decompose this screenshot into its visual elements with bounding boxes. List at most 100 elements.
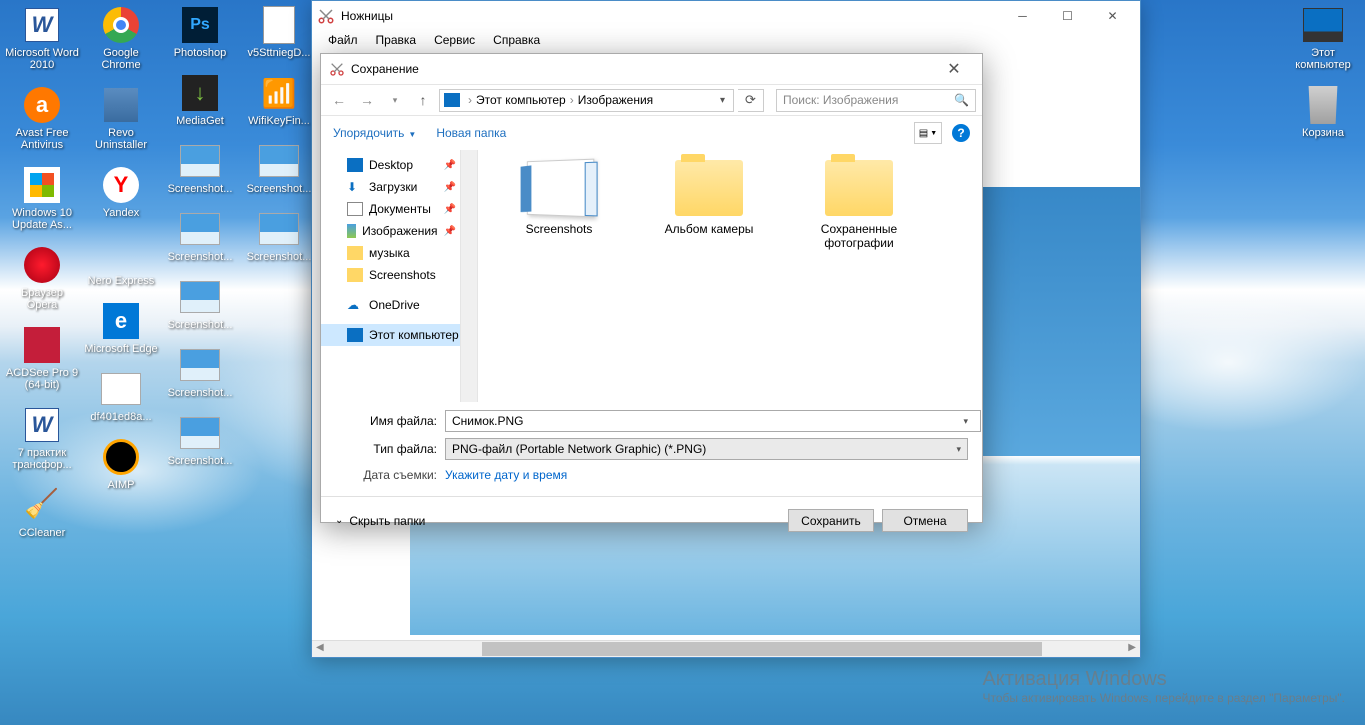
desktop-icon-yandex[interactable]: YYandex [84,165,158,219]
menu-Сервис[interactable]: Сервис [426,31,483,53]
folder-Альбом камеры[interactable]: Альбом камеры [644,160,774,236]
desktop-icon-acdsee[interactable]: ACDSee Pro 9 (64-bit) [5,325,79,391]
refresh-button[interactable]: ⟳ [738,89,764,112]
search-input[interactable]: Поиск: Изображения 🔍 [776,89,976,112]
desktop-icon-label: v5SttniegD... [248,47,311,59]
up-button[interactable]: ↑ [411,88,435,112]
search-placeholder: Поиск: Изображения [783,93,898,107]
desktop-icon-aimp[interactable]: AIMP [84,437,158,491]
menu-Справка[interactable]: Справка [485,31,548,53]
desktop-icon-7praktik[interactable]: W7 практик трансфор... [5,405,79,471]
desktop-icon-winupdate[interactable]: Windows 10 Update As... [5,165,79,231]
date-taken-link[interactable]: Укажите дату и время [445,468,567,482]
save-dialog: Сохранение ✕ ← → ▾ ↑ › Этот компьютер › … [320,53,983,523]
desktop-icon-wifikey[interactable]: 📶WifiKeyFin... [242,73,316,127]
desktop-icon-mediaget[interactable]: ↓MediaGet [163,73,237,127]
tree-item-label: Desktop [369,158,413,172]
folder-Сохраненные фотографии[interactable]: Сохраненные фотографии [794,160,924,250]
folder-icon [825,160,893,216]
desktop-icon-chrome[interactable]: Google Chrome [84,5,158,71]
close-button[interactable]: ✕ [1090,2,1135,30]
save-title-text: Сохранение [351,62,934,76]
folder-icon [527,159,594,218]
folder-icon [347,224,356,238]
desktop-icon-scr3[interactable]: Screenshot... [163,277,237,331]
save-toolbar: Упорядочить▼ Новая папка ▤▼ ? [321,116,982,150]
folder-content[interactable]: Screenshots Альбом камеры Сохраненные фото… [478,150,982,402]
back-button[interactable]: ← [327,88,351,112]
address-bar[interactable]: › Этот компьютер › Изображения ▾ [439,89,734,112]
desktop-icon-nero[interactable]: Nero Express [84,233,158,287]
folder-label: Screenshots [494,222,624,236]
desktop-icon-ps[interactable]: PsPhotoshop [163,5,237,59]
desktop-icon-v5stt[interactable]: v5SttniegD... [242,5,316,59]
filename-input[interactable] [445,410,981,432]
organize-button[interactable]: Упорядочить▼ [333,126,416,140]
desktop-icon-label: df401ed8a... [90,411,151,423]
desktop-icon-ccleaner[interactable]: CCleaner [5,485,79,539]
recent-dropdown[interactable]: ▾ [383,88,407,112]
desktop-icon-df401[interactable]: df401ed8a... [84,369,158,423]
tree-item-Документы[interactable]: Документы📌 [321,198,460,220]
desktop-icon-scr2[interactable]: Screenshot... [163,209,237,263]
filename-dropdown[interactable]: ▾ [963,416,968,427]
tree-item-OneDrive[interactable]: ☁OneDrive [321,294,460,316]
menu-Правка[interactable]: Правка [368,31,425,53]
pin-icon: 📌 [444,182,460,193]
snip-titlebar[interactable]: Ножницы ─ ☐ ✕ [312,1,1140,31]
tree-item-Изображения[interactable]: Изображения📌 [321,220,460,242]
maximize-button[interactable]: ☐ [1045,2,1090,30]
desktop-icon-label: Screenshot... [168,251,233,263]
tree-item-Загрузки[interactable]: ⬇Загрузки📌 [321,176,460,198]
tree-item-label: музыка [369,246,410,260]
desktop-icon-scr4[interactable]: Screenshot... [163,345,237,399]
tree-item-Screenshots[interactable]: Screenshots [321,264,460,286]
new-folder-button[interactable]: Новая папка [436,126,506,140]
dialog-close-button[interactable]: ✕ [934,59,974,79]
folder-Screenshots[interactable]: Screenshots [494,160,624,236]
hide-folders-toggle[interactable]: ⌄ Скрыть папки [335,514,425,528]
desktop-icon-label: Screenshot... [168,319,233,331]
desktop-icon-label: AIMP [108,479,135,491]
horizontal-scrollbar[interactable]: ◀ ▶ [312,640,1140,657]
desktop-icon-label: MediaGet [176,115,224,127]
desktop-icon-scr7[interactable]: Screenshot... [242,209,316,263]
desktop-icon-word[interactable]: WMicrosoft Word 2010 [5,5,79,71]
breadcrumb-root[interactable]: Этот компьютер [476,93,566,107]
chevron-down-icon: ▾ [956,444,961,455]
save-titlebar[interactable]: Сохранение ✕ [321,54,982,84]
forward-button[interactable]: → [355,88,379,112]
scrollbar-thumb[interactable] [482,642,1042,656]
folder-label: Сохраненные фотографии [794,222,924,250]
desktop-icon-label: Screenshot... [168,387,233,399]
tree-item-Desktop[interactable]: Desktop📌 [321,154,460,176]
folder-tree: Desktop📌⬇Загрузки📌Документы📌Изображения📌… [321,150,461,402]
desktop-icon-label: WifiKeyFin... [248,115,310,127]
desktop-icon-scr6[interactable]: Screenshot... [242,141,316,195]
breadcrumb-separator: › [570,93,574,107]
desktop-icon-scr5[interactable]: Screenshot... [163,413,237,467]
desktop-icon-edge[interactable]: eMicrosoft Edge [84,301,158,355]
desktop-icon-label: Windows 10 Update As... [5,207,79,231]
tree-item-музыка[interactable]: музыка [321,242,460,264]
desktop-icon-recycle[interactable]: Корзина [1286,85,1360,139]
save-button[interactable]: Сохранить [788,509,874,532]
breadcrumb-current[interactable]: Изображения [578,93,653,107]
cancel-button[interactable]: Отмена [882,509,968,532]
menu-Файл[interactable]: Файл [320,31,366,53]
desktop-icon-label: Screenshot... [247,183,312,195]
desktop-icon-label: Этот компьютер [1286,47,1360,71]
filetype-select[interactable]: PNG-файл (Portable Network Graphic) (*.P… [445,438,968,460]
desktop-icon-this-pc[interactable]: Этот компьютер [1286,5,1360,71]
desktop-icon-opera[interactable]: Браузер Opera [5,245,79,311]
view-mode-button[interactable]: ▤▼ [914,122,942,144]
desktop-icon-scr1[interactable]: Screenshot... [163,141,237,195]
desktop-icon-revo[interactable]: Revo Uninstaller [84,85,158,151]
tree-scrollbar[interactable] [461,150,478,402]
date-taken-label: Дата съемки: [335,468,445,482]
tree-item-Этот компьютер[interactable]: Этот компьютер [321,324,460,346]
minimize-button[interactable]: ─ [1000,2,1045,30]
desktop-icon-avast[interactable]: Avast Free Antivirus [5,85,79,151]
help-button[interactable]: ? [952,124,970,142]
address-dropdown[interactable]: ▾ [716,95,729,106]
